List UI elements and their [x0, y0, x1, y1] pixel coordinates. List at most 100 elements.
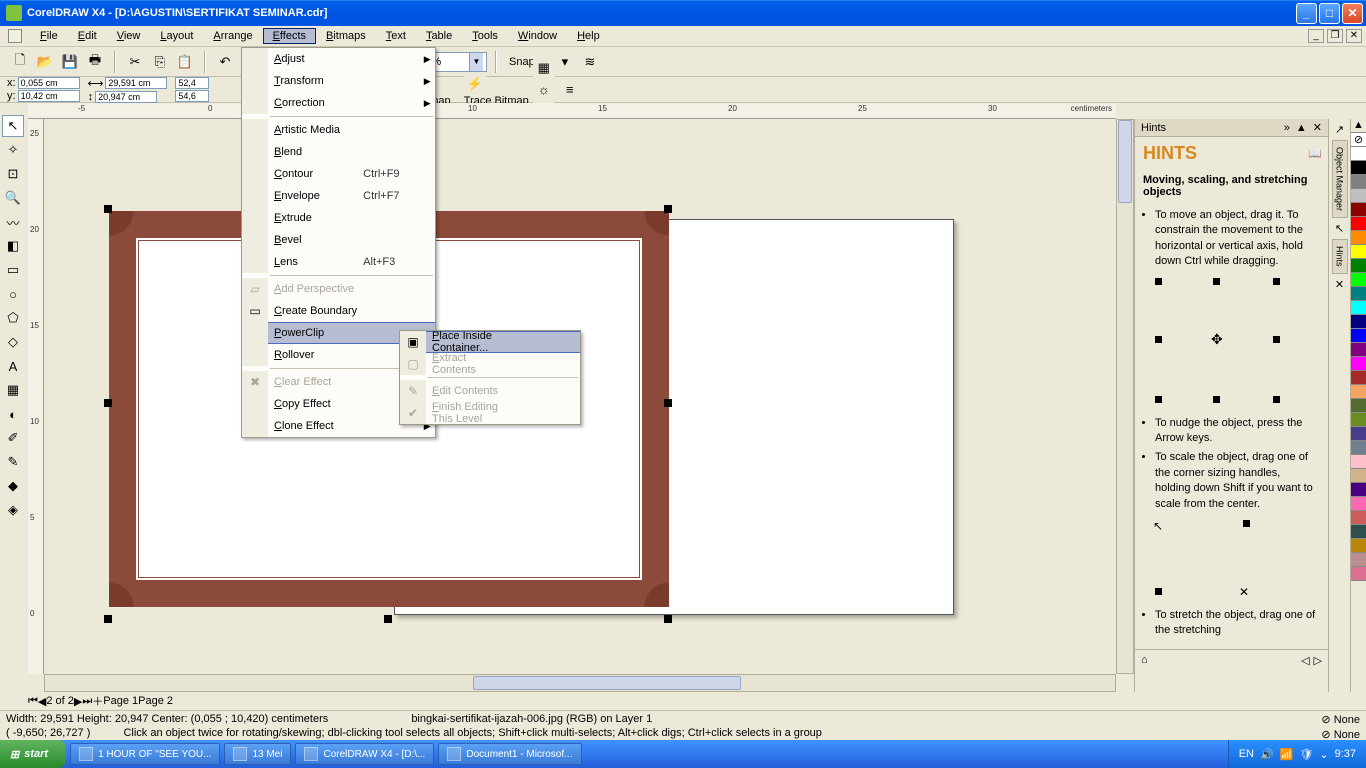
- color-swatch[interactable]: [1351, 525, 1366, 539]
- system-tray[interactable]: EN 🔊 📶 🛡 ⌄ 9:37: [1228, 740, 1366, 768]
- no-color-swatch[interactable]: ⊘: [1351, 133, 1366, 147]
- lang-indicator[interactable]: EN: [1239, 748, 1254, 760]
- smartfill-tool[interactable]: ◧: [2, 235, 24, 257]
- book-icon[interactable]: 📖: [1308, 147, 1322, 160]
- tray-chevron-icon[interactable]: ⌄: [1319, 748, 1328, 761]
- arrow-icon[interactable]: ↗: [1335, 123, 1344, 136]
- color-swatch[interactable]: [1351, 399, 1366, 413]
- color-swatch[interactable]: [1351, 315, 1366, 329]
- freehand-tool[interactable]: 〰: [2, 211, 24, 233]
- page-nav[interactable]: ⏭: [82, 695, 92, 708]
- table-tool[interactable]: ▦: [2, 379, 24, 401]
- menu-tools[interactable]: Tools: [462, 28, 508, 44]
- color-swatch[interactable]: [1351, 245, 1366, 259]
- tray-network-icon[interactable]: 📶: [1280, 748, 1294, 761]
- mdi-restore[interactable]: ❐: [1327, 29, 1343, 43]
- color-swatch[interactable]: [1351, 455, 1366, 469]
- window-maximize[interactable]: □: [1319, 3, 1340, 24]
- selection-handle[interactable]: [104, 205, 112, 213]
- menu-window[interactable]: Window: [508, 28, 567, 44]
- color-swatch[interactable]: [1351, 329, 1366, 343]
- menu-view[interactable]: View: [107, 28, 151, 44]
- color-swatch[interactable]: [1351, 259, 1366, 273]
- page-nav[interactable]: ▶: [74, 695, 82, 708]
- menu-help[interactable]: Help: [567, 28, 610, 44]
- mdi-minimize[interactable]: _: [1308, 29, 1324, 43]
- wrap-button[interactable]: ▦: [533, 57, 555, 79]
- color-swatch[interactable]: [1351, 301, 1366, 315]
- outline-tool[interactable]: ✎: [2, 451, 24, 473]
- menu-item-artistic-media[interactable]: Artistic Media: [242, 119, 435, 141]
- palette-up[interactable]: ▲: [1351, 119, 1366, 133]
- align-button[interactable]: ≡: [559, 79, 581, 101]
- color-swatch[interactable]: [1351, 203, 1366, 217]
- menu-item-place-inside-container-[interactable]: ▣Place Inside Container...: [400, 331, 580, 353]
- snapto-dropdown[interactable]: ▾: [554, 51, 576, 73]
- interactive-tool[interactable]: ◐: [2, 403, 24, 425]
- docker-collapse-icon[interactable]: »: [1284, 122, 1290, 134]
- crop-tool[interactable]: ⊡: [2, 163, 24, 185]
- options-button[interactable]: ≋: [579, 51, 601, 73]
- cut-button[interactable]: ✂: [124, 51, 146, 73]
- color-swatch[interactable]: [1351, 539, 1366, 553]
- docker-close-icon[interactable]: ✕: [1313, 121, 1322, 134]
- color-swatch[interactable]: [1351, 497, 1366, 511]
- forward-icon[interactable]: ▷: [1314, 654, 1322, 667]
- color-swatch[interactable]: [1351, 371, 1366, 385]
- window-close[interactable]: ✕: [1342, 3, 1363, 24]
- home-icon[interactable]: ⌂: [1141, 654, 1148, 666]
- scaley-field[interactable]: 54,6: [175, 90, 209, 102]
- menu-bitmaps[interactable]: Bitmaps: [316, 28, 376, 44]
- print-button[interactable]: 🖶: [84, 51, 106, 73]
- selection-handle[interactable]: [104, 399, 112, 407]
- tray-volume-icon[interactable]: 🔊: [1260, 748, 1274, 761]
- color-swatch[interactable]: [1351, 511, 1366, 525]
- menu-table[interactable]: Table: [416, 28, 462, 44]
- trace-bitmap-icon[interactable]: ⚡: [464, 73, 486, 95]
- menu-item-correction[interactable]: Correction▶: [242, 92, 435, 114]
- docker-up-icon[interactable]: ▲: [1296, 122, 1307, 134]
- page-tab[interactable]: Page 1: [103, 695, 138, 707]
- color-swatch[interactable]: [1351, 287, 1366, 301]
- selection-handle[interactable]: [104, 615, 112, 623]
- vertical-scrollbar[interactable]: [1116, 119, 1134, 674]
- rectangle-tool[interactable]: ▭: [2, 259, 24, 281]
- menu-item-extrude[interactable]: Extrude: [242, 207, 435, 229]
- taskbar-item[interactable]: Document1 - Microsof...: [438, 743, 581, 765]
- menu-file[interactable]: File: [30, 28, 68, 44]
- height-field[interactable]: 20,947 cm: [95, 91, 157, 103]
- selection-handle[interactable]: [384, 615, 392, 623]
- undo-button[interactable]: ↶: [214, 51, 236, 73]
- taskbar-item[interactable]: CorelDRAW X4 - [D:\...: [295, 743, 434, 765]
- color-swatch[interactable]: [1351, 469, 1366, 483]
- menu-item-lens[interactable]: LensAlt+F3: [242, 251, 435, 273]
- page-nav[interactable]: ＋: [92, 693, 103, 709]
- color-swatch[interactable]: [1351, 273, 1366, 287]
- tab-hints[interactable]: Hints: [1332, 239, 1348, 274]
- save-button[interactable]: 💾: [59, 51, 81, 73]
- back-icon[interactable]: ◁: [1301, 654, 1309, 667]
- paste-button[interactable]: 📋: [174, 51, 196, 73]
- menu-item-contour[interactable]: ContourCtrl+F9: [242, 163, 435, 185]
- start-button[interactable]: ⊞ start: [0, 740, 66, 768]
- page-nav[interactable]: ⏮: [28, 695, 38, 708]
- eyedropper-tool[interactable]: ✐: [2, 427, 24, 449]
- selection-handle[interactable]: [664, 399, 672, 407]
- menu-item-envelope[interactable]: EnvelopeCtrl+F7: [242, 185, 435, 207]
- color-swatch[interactable]: [1351, 217, 1366, 231]
- page-tab[interactable]: Page 2: [138, 695, 173, 707]
- menu-item-bevel[interactable]: Bevel: [242, 229, 435, 251]
- color-swatch[interactable]: [1351, 161, 1366, 175]
- y-field[interactable]: 10,42 cm: [18, 90, 80, 102]
- taskbar-item[interactable]: 1 HOUR OF "SEE YOU...: [70, 743, 220, 765]
- tray-shield-icon[interactable]: 🛡: [1299, 748, 1313, 761]
- color-swatch[interactable]: [1351, 441, 1366, 455]
- zoom-tool[interactable]: 🔍: [2, 187, 24, 209]
- menu-item-create-boundary[interactable]: ▭Create Boundary: [242, 300, 435, 322]
- color-swatch[interactable]: [1351, 483, 1366, 497]
- page-nav[interactable]: ◀: [38, 695, 46, 708]
- pick-tool[interactable]: ↖: [2, 115, 24, 137]
- new-button[interactable]: 🗋: [9, 51, 31, 73]
- color-swatch[interactable]: [1351, 567, 1366, 581]
- width-field[interactable]: 29,591 cm: [105, 77, 167, 89]
